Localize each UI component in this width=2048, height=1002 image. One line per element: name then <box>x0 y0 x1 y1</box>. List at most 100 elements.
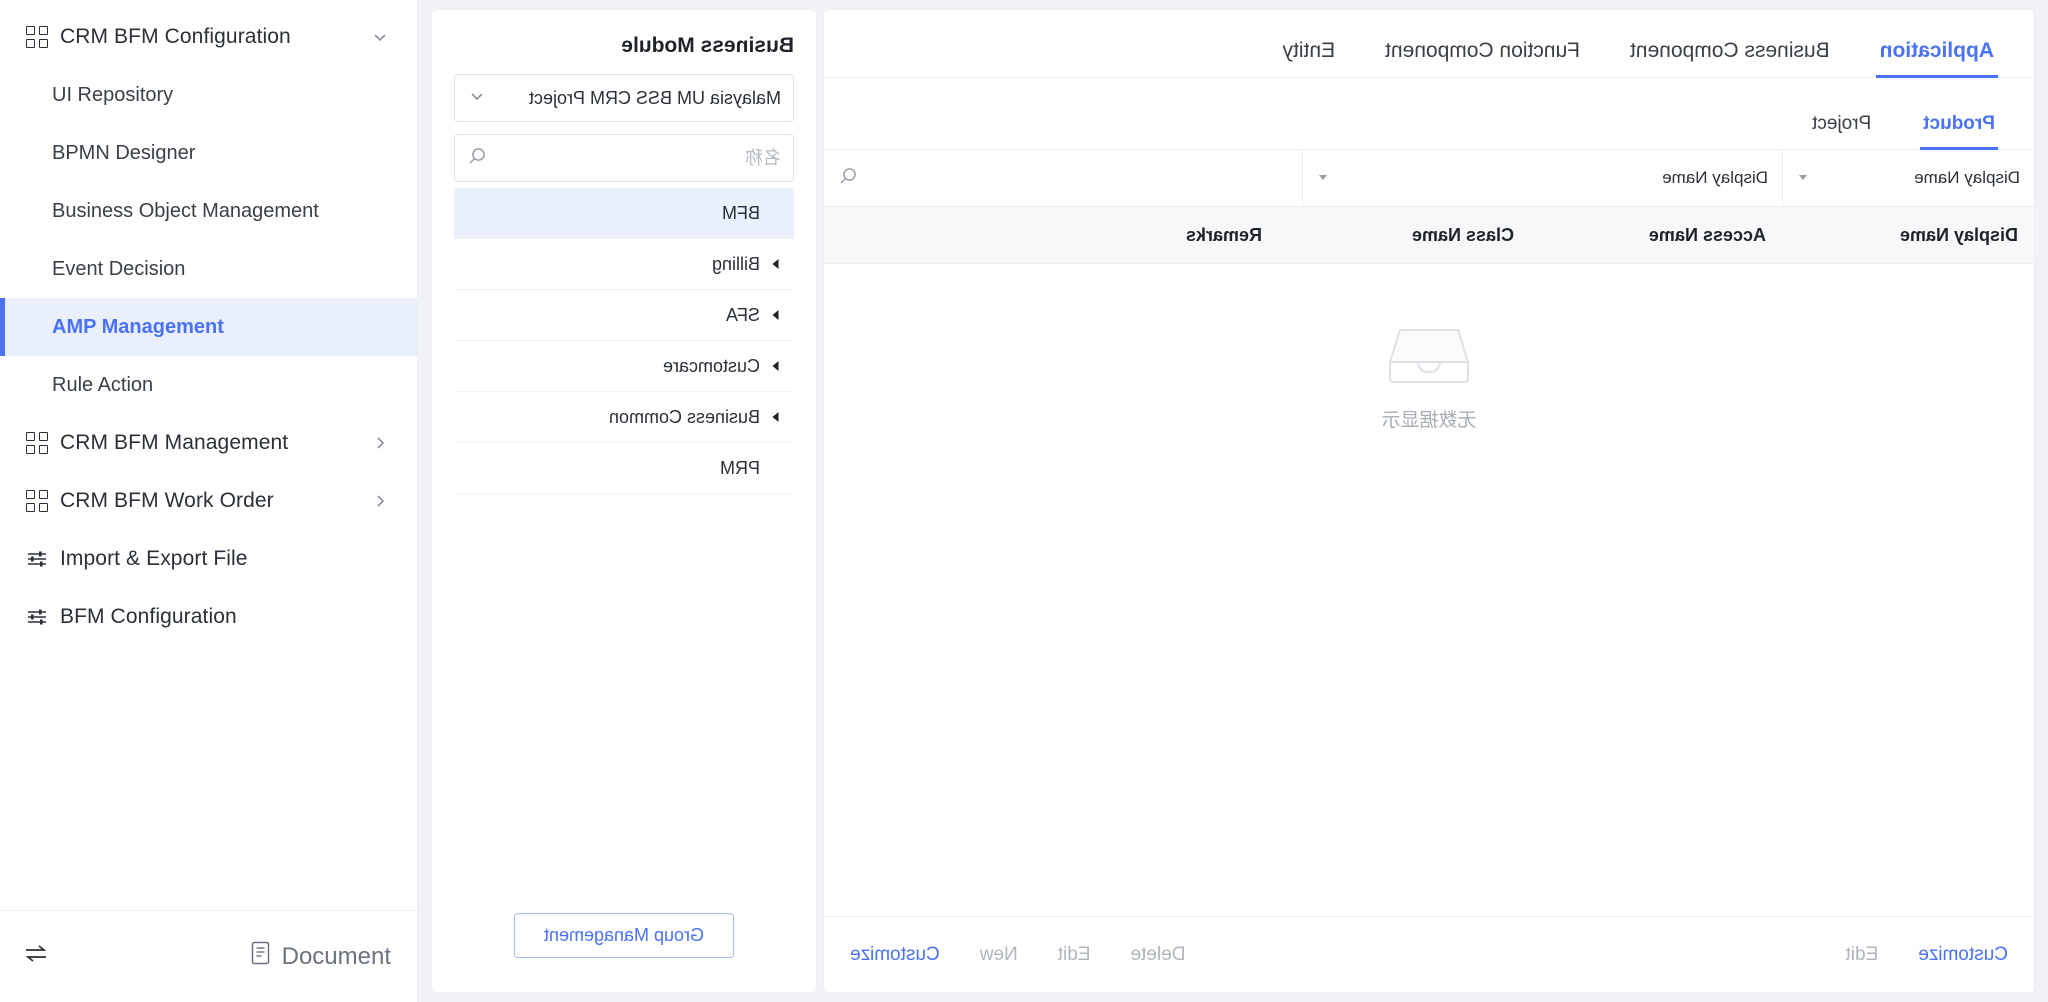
tab-business-component[interactable]: Business Component <box>1626 39 1834 77</box>
delete-button[interactable]: Delete <box>1131 944 1186 966</box>
caret-down-icon <box>1797 168 1809 188</box>
filter-display-name-1[interactable]: Display Name <box>1782 150 2034 206</box>
filter-label: Display Name <box>1914 168 2020 187</box>
content-panel-wrapper: Application Business Component Function … <box>816 0 2048 1002</box>
sidebar-item-bpmn-designer[interactable]: BPMN Designer <box>0 124 417 182</box>
sidebar-group-label: BFM Configuration <box>60 605 237 628</box>
caret-right-icon[interactable] <box>766 257 786 271</box>
sidebar-group-bfm-configuration[interactable]: BFM Configuration <box>0 588 417 646</box>
module-label: Business Common <box>608 406 760 427</box>
column-header-class-name: Class Name <box>1411 224 1514 245</box>
sidebar-group-import-export-file[interactable]: Import & Export File <box>0 530 417 588</box>
sidebar-item-ui-repository[interactable]: UI Repository <box>0 66 417 124</box>
sidebar-group-label: CRM BFM Management <box>60 431 289 454</box>
tab-label: Function Component <box>1385 39 1581 62</box>
sidebar-item-label: UI Repository <box>52 83 174 106</box>
list-item[interactable]: SFA <box>454 290 794 341</box>
list-item[interactable]: Billing <box>454 239 794 290</box>
document-link[interactable]: Document <box>250 940 391 973</box>
sidebar-item-label: BPMN Designer <box>52 141 196 164</box>
sidebar-group-crm-bfm-configuration[interactable]: CRM BFM Configuration <box>0 8 417 66</box>
tab-product[interactable]: Product <box>1920 113 1998 149</box>
sidebar-group-crm-bfm-work-order[interactable]: CRM BFM Work Order <box>0 472 417 530</box>
tab-project[interactable]: Project <box>1809 113 1874 149</box>
chevron-down-icon[interactable] <box>369 27 391 47</box>
sidebar-group-label: Import & Export File <box>60 547 248 570</box>
empty-state-text: 无数据显示 <box>1381 410 1477 431</box>
list-item[interactable]: BFM <box>454 188 794 239</box>
caret-right-icon[interactable] <box>766 410 786 424</box>
document-icon <box>250 940 272 973</box>
search-icon <box>838 166 858 191</box>
sidebar-item-rule-action[interactable]: Rule Action <box>0 356 417 414</box>
sidebar: CRM BFM Configuration UI Repository BPMN… <box>0 0 418 1002</box>
sidebar-group-crm-bfm-management[interactable]: CRM BFM Management <box>0 414 417 472</box>
sidebar-item-label: Rule Action <box>52 373 154 396</box>
app-root: CRM BFM Configuration UI Repository BPMN… <box>0 0 2048 1002</box>
edit-button-left[interactable]: Edit <box>1846 944 1879 966</box>
sidebar-item-event-decision[interactable]: Event Decision <box>0 240 417 298</box>
business-module-body: Malaysia UM BSS CRM Project 名称 BFM Billi… <box>432 74 816 896</box>
module-search-input[interactable] <box>495 147 781 169</box>
grid-icon <box>26 490 56 512</box>
tab-label: Application <box>1879 39 1994 62</box>
list-item[interactable]: Business Common <box>454 392 794 443</box>
tab-entity[interactable]: Entity <box>1279 39 1340 77</box>
caret-right-icon[interactable] <box>766 359 786 373</box>
module-search-box[interactable] <box>454 134 794 182</box>
sidebar-item-business-object-management[interactable]: Business Object Management <box>0 182 417 240</box>
edit-button[interactable]: Edit <box>1058 944 1091 966</box>
module-label: PRM <box>720 457 760 478</box>
content-search-box[interactable] <box>824 150 1302 206</box>
content-search-input[interactable] <box>866 168 1288 188</box>
sub-tabs: Product Project <box>824 78 2034 150</box>
customize-button[interactable]: Customize <box>850 944 940 966</box>
sidebar-item-label: Business Object Management <box>52 199 319 222</box>
sidebar-group-label: CRM BFM Work Order <box>60 489 274 512</box>
column-header-access-name: Access Name <box>1648 224 1766 245</box>
group-management-button[interactable]: Group Management <box>514 912 734 958</box>
main-tabs: Application Business Component Function … <box>824 10 2034 78</box>
sidebar-scroll-area: CRM BFM Configuration UI Repository BPMN… <box>0 0 417 910</box>
caret-right-icon[interactable] <box>766 308 786 322</box>
caret-down-icon <box>1317 168 1329 188</box>
sliders-icon <box>26 548 56 570</box>
grid-icon <box>26 26 56 48</box>
sidebar-item-amp-management[interactable]: AMP Management <box>0 298 417 356</box>
sidebar-item-label: Event Decision <box>52 257 186 280</box>
module-list: BFM Billing SFA Customcare Business Comm… <box>454 188 794 494</box>
sidebar-group-label: CRM BFM Configuration <box>60 25 291 48</box>
tab-application[interactable]: Application <box>1876 39 1998 77</box>
tab-label: Business Component <box>1630 39 1830 62</box>
customize-button-left[interactable]: Customize <box>1918 944 2008 966</box>
action-bar: Customize Edit Delete Edit New Customize <box>824 916 2034 992</box>
chevron-right-icon[interactable] <box>369 433 391 453</box>
business-module-title: Business Module <box>621 34 794 57</box>
business-module-panel-wrapper: Business Module Malaysia UM BSS CRM Proj… <box>418 0 816 1002</box>
column-header-display-name: Display Name <box>1899 224 2018 245</box>
project-select-value: Malaysia UM BSS CRM Project <box>528 87 781 108</box>
new-button[interactable]: New <box>980 944 1018 966</box>
sidebar-item-label: AMP Management <box>52 315 224 338</box>
module-label: SFA <box>725 304 760 325</box>
filter-display-name-2[interactable]: Display Name <box>1302 150 1782 206</box>
module-label: BFM <box>722 202 760 223</box>
column-header-remarks: Remarks <box>1185 224 1262 245</box>
project-select[interactable]: Malaysia UM BSS CRM Project <box>454 74 794 122</box>
list-item[interactable]: Customcare <box>454 341 794 392</box>
tab-label: Entity <box>1282 39 1336 62</box>
filter-label: Display Name <box>1662 168 1768 187</box>
module-label: Billing <box>711 253 760 274</box>
grid-icon <box>26 432 56 454</box>
tab-function-component[interactable]: Function Component <box>1381 39 1584 77</box>
business-module-footer: Group Management <box>432 896 816 992</box>
sidebar-footer: Document <box>0 910 417 1002</box>
empty-state: 无数据显示 <box>1382 324 1477 432</box>
content-panel: Application Business Component Function … <box>824 10 2034 992</box>
collapse-toggle-icon[interactable] <box>22 940 50 973</box>
business-module-panel: Business Module Malaysia UM BSS CRM Proj… <box>432 10 816 992</box>
list-item[interactable]: PRM <box>454 443 794 494</box>
sliders-icon <box>26 606 56 628</box>
chevron-right-icon[interactable] <box>369 491 391 511</box>
search-icon <box>467 146 487 171</box>
